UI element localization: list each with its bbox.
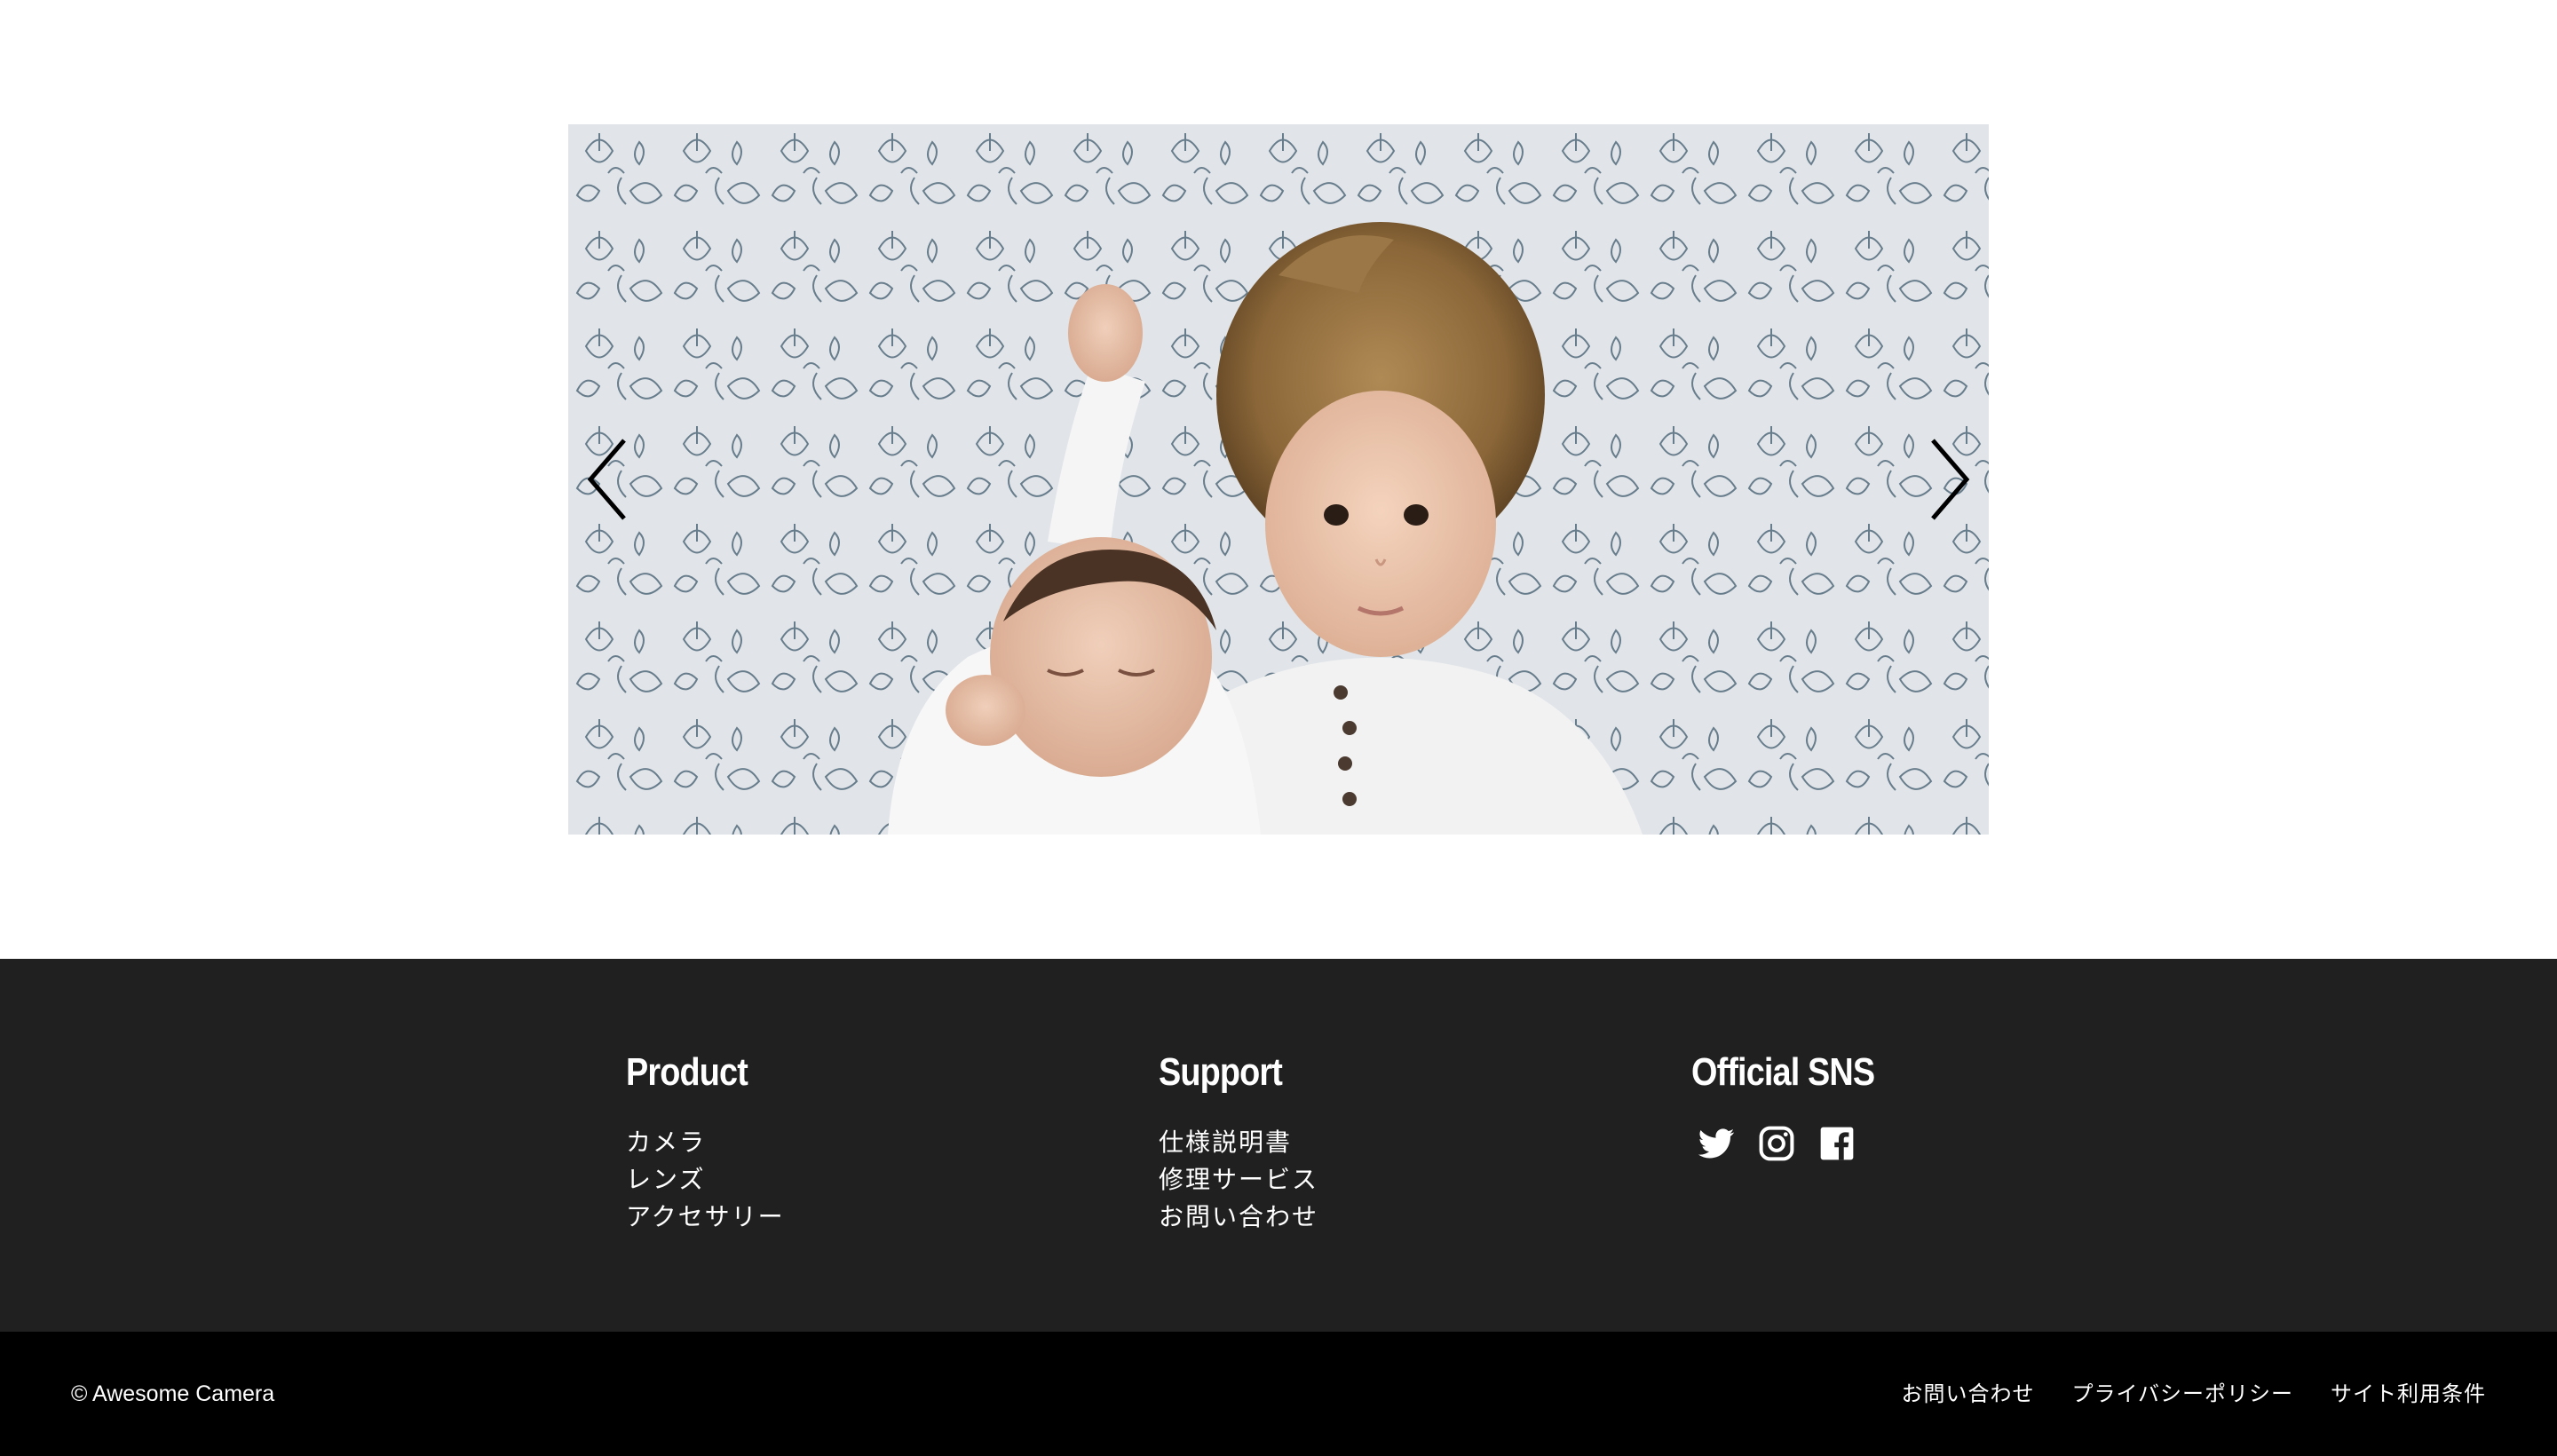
footer-nav: Product カメラ レンズ アクセサリー Support 仕様説明書 修理サ… — [0, 959, 2557, 1332]
support-links: 仕様説明書 修理サービス お問い合わせ — [1159, 1124, 1318, 1236]
chevron-left-icon — [587, 439, 626, 520]
copyright-text: © Awesome Camera — [71, 1381, 275, 1406]
footer-column-sns: Official SNS — [1691, 1048, 1904, 1163]
facebook-icon[interactable] — [1817, 1124, 1856, 1163]
legal-links: お問い合わせ プライバシーポリシー サイト利用条件 — [1901, 1381, 2486, 1407]
carousel-slide-image — [568, 124, 1989, 835]
footer-link-lens[interactable]: レンズ — [626, 1161, 785, 1199]
product-links: カメラ レンズ アクセサリー — [626, 1124, 785, 1236]
image-carousel[interactable] — [568, 124, 1989, 835]
bottom-bar: © Awesome Camera お問い合わせ プライバシーポリシー サイト利用… — [0, 1332, 2557, 1456]
footer-link-manual[interactable]: 仕様説明書 — [1159, 1124, 1318, 1161]
footer-link-repair[interactable]: 修理サービス — [1159, 1161, 1318, 1199]
footer-link-camera[interactable]: カメラ — [626, 1124, 785, 1161]
footer-heading-product: Product — [626, 1050, 748, 1094]
carousel-next-button[interactable] — [1922, 435, 1975, 524]
chevron-right-icon — [1931, 439, 1970, 520]
twitter-icon[interactable] — [1697, 1124, 1736, 1163]
footer-column-product: Product カメラ レンズ アクセサリー — [626, 1048, 785, 1236]
footer-link-accessory[interactable]: アクセサリー — [626, 1199, 785, 1236]
bottom-link-terms[interactable]: サイト利用条件 — [2331, 1381, 2486, 1407]
footer-column-support: Support 仕様説明書 修理サービス お問い合わせ — [1159, 1048, 1318, 1236]
instagram-icon[interactable] — [1757, 1124, 1796, 1163]
footer-heading-sns: Official SNS — [1691, 1050, 1875, 1094]
footer-heading-support: Support — [1159, 1050, 1283, 1094]
sns-icon-list — [1691, 1124, 1904, 1163]
footer-link-contact[interactable]: お問い合わせ — [1159, 1199, 1318, 1236]
carousel-prev-button[interactable] — [582, 435, 635, 524]
bottom-link-privacy-policy[interactable]: プライバシーポリシー — [2071, 1381, 2293, 1407]
hero-section — [0, 0, 2557, 959]
bottom-link-contact[interactable]: お問い合わせ — [1901, 1381, 2034, 1407]
